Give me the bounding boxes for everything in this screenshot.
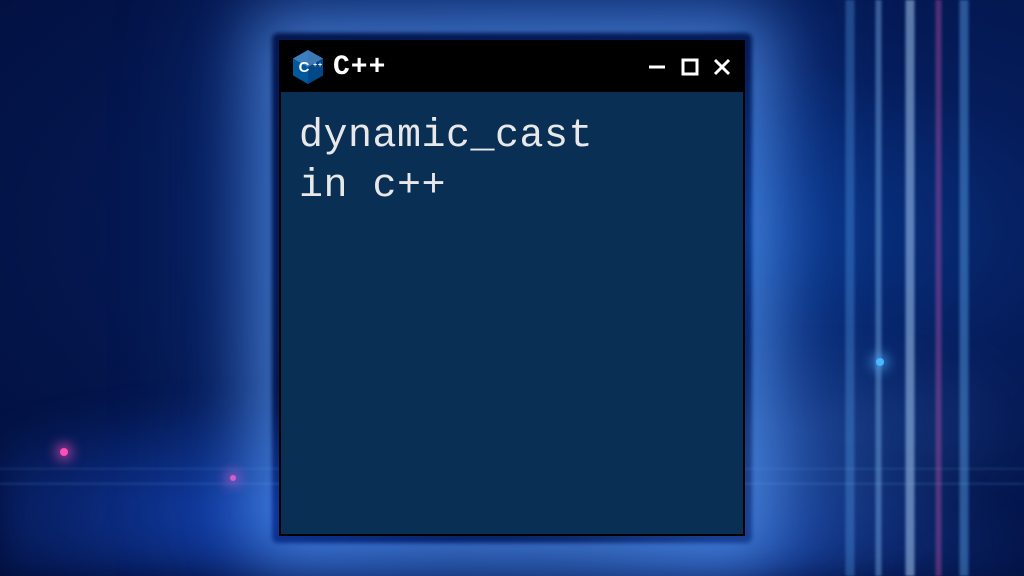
maximize-button[interactable] [681,58,699,76]
bg-glow-dot [60,448,68,456]
window-title: C++ [333,52,637,83]
minimize-button[interactable] [647,57,667,77]
cpp-logo-icon: C + + [293,50,323,84]
window-controls [647,57,731,77]
content-line-1: dynamic_cast [299,112,725,162]
content-line-2: in c++ [299,162,725,212]
bg-glow-dot [876,358,884,366]
titlebar[interactable]: C + + C++ [281,42,743,92]
svg-text:+: + [318,62,322,69]
bg-glow-dot [230,475,236,481]
svg-text:+: + [313,62,317,69]
terminal-body: dynamic_cast in c++ [281,92,743,534]
terminal-window: C + + C++ dynamic_cast in c++ [279,40,745,536]
close-button[interactable] [713,58,731,76]
svg-text:C: C [299,59,310,76]
